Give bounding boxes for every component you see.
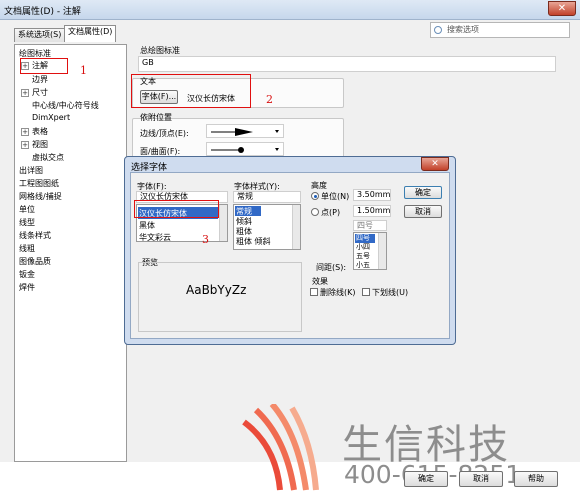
arrow-style-icon — [211, 128, 279, 136]
style-list-item[interactable]: 粗体 倾斜 — [236, 236, 271, 247]
ok-button[interactable]: 确定 — [404, 471, 448, 487]
tree-item-sheet-metal[interactable]: 钣金 — [19, 269, 35, 280]
dot-style-icon — [211, 147, 279, 153]
search-icon — [434, 26, 442, 34]
strikeout-label: 删除线(K) — [320, 288, 356, 297]
tree-item-centerlines[interactable]: 中心线/中心符号线 — [32, 100, 99, 111]
tree-item-drawing-sheets[interactable]: 工程图图纸 — [19, 178, 59, 189]
highlight-box-text — [131, 74, 251, 108]
style-value: 常规 — [237, 192, 253, 201]
search-placeholder: 搜索选项 — [447, 25, 479, 34]
tree-item-line-font[interactable]: 线型 — [19, 217, 35, 228]
tab-document-properties[interactable]: 文档属性(D) — [64, 25, 117, 42]
style-list-scrollbar[interactable] — [292, 205, 300, 249]
tree-item-grid-snap[interactable]: 网格线/捕捉 — [19, 191, 62, 202]
highlight-box-font — [134, 200, 219, 218]
preview-box — [138, 262, 302, 332]
tree-item-virtual-sharps[interactable]: 虚拟交点 — [32, 152, 64, 163]
annotation-number-1: 1 — [80, 64, 87, 77]
edge-label: 边线/顶点(E): — [140, 129, 189, 138]
tree-item-detailing[interactable]: 出详图 — [19, 165, 43, 176]
dialog-cancel-button[interactable]: 取消 — [404, 205, 442, 218]
tree-item-tables[interactable]: 表格 — [32, 126, 48, 137]
tree-item-weldments[interactable]: 焊件 — [19, 282, 35, 293]
tree-item-units[interactable]: 单位 — [19, 204, 35, 215]
tree-item-dimensions[interactable]: 尺寸 — [32, 87, 48, 98]
search-input[interactable]: 搜索选项 — [430, 22, 570, 38]
expand-icon[interactable]: + — [21, 128, 29, 136]
cancel-button[interactable]: 取消 — [459, 471, 503, 487]
tree-item-dimxpert[interactable]: DimXpert — [32, 113, 70, 122]
font-list-scrollbar[interactable] — [219, 205, 227, 241]
options-tree: 绘图标准 + 注解 边界 + 尺寸 中心线/中心符号线 DimXpert + 表… — [14, 44, 127, 462]
annotation-number-3: 3 — [202, 233, 209, 246]
point-size-list[interactable]: 四号 小四 五号 小五 — [353, 232, 387, 270]
point-size-value: 四号 — [357, 221, 373, 230]
unit-height-input[interactable]: 3.50mm — [353, 189, 391, 201]
window-close-button[interactable]: ✕ — [548, 1, 576, 16]
annotation-number-2: 2 — [266, 93, 273, 106]
font-list-item[interactable]: 华文彩云 — [139, 232, 171, 243]
unit-radio[interactable] — [311, 192, 319, 200]
window-title: 文档属性(D) - 注解 — [4, 7, 81, 17]
preview-text: AaBbYyZz — [186, 283, 247, 297]
point-radio[interactable] — [311, 208, 319, 216]
point-size-item[interactable]: 小五 — [356, 260, 370, 270]
spacing-value: 1.50mm — [357, 206, 391, 215]
face-arrow-select[interactable] — [206, 142, 284, 156]
height-label: 高度 — [311, 181, 327, 190]
title-bar: 文档属性(D) - 注解 ✕ — [0, 0, 580, 20]
spacing-label: 间距(S): — [316, 263, 347, 272]
leader-group-label: 依附位置 — [140, 113, 172, 122]
tree-item-image-quality[interactable]: 图像品质 — [19, 256, 51, 267]
expand-icon[interactable]: + — [21, 141, 29, 149]
style-list[interactable]: 常规 倾斜 粗体 粗体 倾斜 — [233, 204, 301, 250]
point-size-input[interactable]: 四号 — [353, 220, 387, 231]
point-size-scrollbar[interactable] — [378, 233, 386, 269]
font-list-item[interactable]: 黑体 — [139, 220, 155, 231]
standard-value: GB — [142, 58, 154, 67]
expand-icon[interactable]: + — [21, 89, 29, 97]
dialog-ok-button[interactable]: 确定 — [404, 186, 442, 199]
help-button[interactable]: 帮助 — [514, 471, 558, 487]
tree-item-line-thickness[interactable]: 线粗 — [19, 243, 35, 254]
style-input[interactable]: 常规 — [233, 191, 301, 203]
standard-label: 总绘图标准 — [140, 46, 180, 55]
highlight-box-annotations — [20, 58, 68, 74]
effects-label: 效果 — [312, 277, 328, 286]
strikeout-checkbox[interactable] — [310, 288, 318, 296]
unit-height-value: 3.50mm — [357, 190, 391, 199]
point-radio-label: 点(P) — [321, 208, 341, 217]
tree-item-border[interactable]: 边界 — [32, 74, 48, 85]
tree-item-line-style[interactable]: 线条样式 — [19, 230, 51, 241]
unit-radio-label: 单位(N) — [321, 192, 350, 201]
spacing-input[interactable]: 1.50mm — [353, 205, 391, 217]
underline-label: 下划线(U) — [372, 288, 409, 297]
standard-field: GB — [138, 56, 556, 72]
tab-system-options[interactable]: 系统选项(S) — [14, 28, 66, 42]
tree-item-views[interactable]: 视图 — [32, 139, 48, 150]
dialog-close-button[interactable]: ✕ — [421, 157, 449, 171]
underline-checkbox[interactable] — [362, 288, 370, 296]
edge-arrow-select[interactable] — [206, 124, 284, 138]
